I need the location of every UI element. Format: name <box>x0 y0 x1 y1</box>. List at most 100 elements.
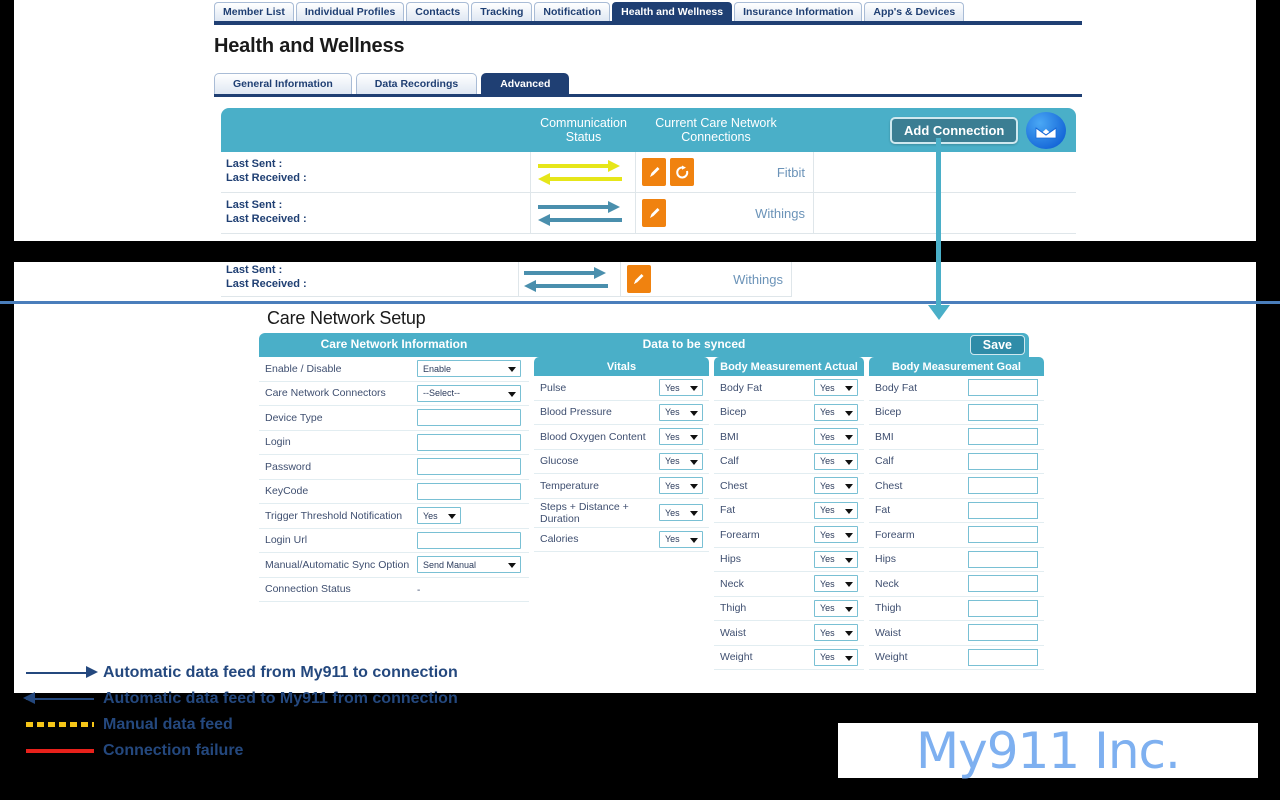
select-trigger-threshold-notification[interactable]: Yes <box>417 507 461 525</box>
arrow-right-glyph <box>538 200 628 213</box>
nav-tab-tracking[interactable]: Tracking <box>471 2 533 22</box>
row-label: BMI <box>875 430 894 443</box>
sync-toggle-select[interactable]: Yes <box>814 550 858 568</box>
input-keycode[interactable] <box>417 482 521 500</box>
goal-value-input[interactable] <box>968 648 1038 666</box>
edit-icon[interactable] <box>642 199 666 227</box>
input-login-url[interactable] <box>417 531 521 549</box>
field-control: Send Manual <box>417 554 529 575</box>
row-control <box>966 622 1044 643</box>
connection-row-status <box>531 193 636 233</box>
legend-item: Automatic data feed to My911 from connec… <box>18 686 638 712</box>
input-device-type[interactable] <box>417 409 521 427</box>
body-goal-header: Body Measurement Goal <box>869 357 1044 376</box>
table-row: Blood Pressure Yes <box>534 400 709 425</box>
sync-toggle-select[interactable]: Yes <box>814 379 858 397</box>
goal-value-input[interactable] <box>968 428 1038 446</box>
select-enable-disable[interactable]: Enable <box>417 360 521 378</box>
refresh-icon[interactable] <box>670 158 694 186</box>
sub-tab-advanced[interactable]: Advanced <box>481 73 570 95</box>
sync-toggle-select[interactable]: Yes <box>814 452 858 470</box>
nav-tab-individual-profiles[interactable]: Individual Profiles <box>295 2 405 22</box>
nav-tab-health-and-wellness[interactable]: Health and Wellness <box>612 2 733 22</box>
input-login[interactable] <box>417 433 521 451</box>
goal-value-input[interactable] <box>968 599 1038 617</box>
care-network-info-row: KeyCode <box>259 480 529 504</box>
sync-toggle-select[interactable]: Yes <box>659 477 703 495</box>
goal-value-input[interactable] <box>968 452 1038 470</box>
goal-value-input[interactable] <box>968 501 1038 519</box>
field-label: KeyCode <box>265 485 309 498</box>
row-control: Yes <box>812 647 864 668</box>
sub-tab-data-recordings[interactable]: Data Recordings <box>355 73 478 95</box>
row-label: Temperature <box>540 479 599 492</box>
select-manual-automatic-sync-option[interactable]: Send Manual <box>417 556 521 574</box>
subtab-underline <box>214 94 1082 97</box>
save-button[interactable]: Save <box>969 335 1025 355</box>
select-care-network-connectors[interactable]: --Select-- <box>417 384 521 402</box>
care-network-info-row: Connection Status - <box>259 578 529 602</box>
sync-toggle-select[interactable]: Yes <box>814 648 858 666</box>
sub-tab-general-information[interactable]: General Information <box>214 73 352 95</box>
table-row: Hips <box>869 547 1044 572</box>
select-value: Yes <box>665 534 680 545</box>
goal-value-input[interactable] <box>968 526 1038 544</box>
row-control: Yes <box>812 622 864 643</box>
table-row: Hips Yes <box>714 547 864 572</box>
sync-toggle-select[interactable]: Yes <box>814 428 858 446</box>
sync-toggle-select[interactable]: Yes <box>814 477 858 495</box>
input-password[interactable] <box>417 458 521 476</box>
care-network-info-row: Manual/Automatic Sync Option Send Manual <box>259 553 529 578</box>
current-conn-line1: Current Care Network <box>655 116 777 130</box>
chevron-down-icon <box>690 511 698 516</box>
sync-toggle-select[interactable]: Yes <box>814 501 858 519</box>
repeated-connection-row: Last Sent : Last Received : Withings <box>221 262 792 297</box>
sync-toggle-select[interactable]: Yes <box>659 403 703 421</box>
table-row: Calf Yes <box>714 449 864 474</box>
chevron-down-icon <box>508 563 516 569</box>
sync-toggle-select[interactable]: Yes <box>814 575 858 593</box>
sync-toggle-select[interactable]: Yes <box>814 599 858 617</box>
goal-value-input[interactable] <box>968 550 1038 568</box>
field-control <box>417 432 529 453</box>
nav-tab-member-list[interactable]: Member List <box>214 2 294 22</box>
goal-value-input[interactable] <box>968 624 1038 642</box>
row-control: Yes <box>812 426 864 447</box>
sync-toggle-select[interactable]: Yes <box>659 428 703 446</box>
edit-icon[interactable] <box>626 265 651 293</box>
add-connection-button[interactable]: Add Connection <box>890 117 1019 144</box>
goal-value-input[interactable] <box>968 575 1038 593</box>
select-value: Yes <box>665 382 680 393</box>
nav-tab-app-s-devices[interactable]: App's & Devices <box>864 2 965 22</box>
table-row: Thigh <box>869 596 1044 621</box>
sync-toggle-select[interactable]: Yes <box>659 530 703 548</box>
row-label: Calf <box>875 455 894 468</box>
table-row: BMI <box>869 425 1044 450</box>
legend-line-icon <box>18 741 103 761</box>
sync-toggle-select[interactable]: Yes <box>814 403 858 421</box>
nav-tab-notification[interactable]: Notification <box>534 2 611 22</box>
sync-toggle-select[interactable]: Yes <box>814 526 858 544</box>
row-control: Yes <box>812 500 864 521</box>
sync-toggle-select[interactable]: Yes <box>659 452 703 470</box>
goal-value-input[interactable] <box>968 477 1038 495</box>
row-control: Yes <box>657 402 709 423</box>
field-label: Login <box>265 436 291 449</box>
edit-icon[interactable] <box>642 158 666 186</box>
envelope-icon[interactable] <box>1026 112 1066 149</box>
sync-toggle-select[interactable]: Yes <box>659 379 703 397</box>
row-label: Waist <box>720 626 746 639</box>
sync-toggle-select[interactable]: Yes <box>814 624 858 642</box>
row-control: Yes <box>657 377 709 398</box>
field-label: Enable / Disable <box>265 362 342 375</box>
goal-value-input[interactable] <box>968 403 1038 421</box>
vitals-table: Vitals Pulse Yes Blood Pressure Yes Blood Ox… <box>534 357 709 552</box>
arrow-right-glyph <box>524 266 614 279</box>
nav-tab-contacts[interactable]: Contacts <box>406 2 470 22</box>
table-row: Bicep Yes <box>714 400 864 425</box>
sync-toggle-select[interactable]: Yes <box>659 504 703 521</box>
nav-tab-insurance-information[interactable]: Insurance Information <box>734 2 863 22</box>
row-control: Yes <box>657 451 709 472</box>
goal-value-input[interactable] <box>968 379 1038 397</box>
row-control <box>966 500 1044 521</box>
